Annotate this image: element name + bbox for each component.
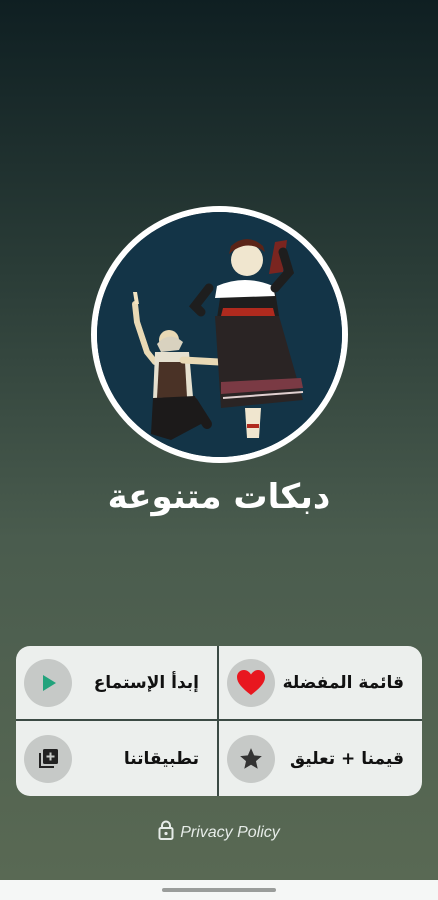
privacy-policy-label: Privacy Policy: [180, 823, 280, 841]
home-gesture-handle[interactable]: [162, 888, 276, 892]
our-apps-button[interactable]: تطبيقاتنا: [16, 721, 219, 796]
start-listening-label: إبدأ الإستماع: [93, 672, 199, 693]
lock-icon: [158, 820, 174, 845]
app-logo: [91, 206, 348, 463]
heart-icon: [227, 658, 275, 707]
app-title: دبكات متنوعة: [107, 477, 331, 517]
star-icon: [227, 734, 275, 783]
rate-us-label: قيمنا + تعليق: [289, 748, 404, 769]
our-apps-label: تطبيقاتنا: [123, 748, 199, 769]
add-library-icon: [24, 734, 72, 783]
play-icon: [24, 658, 72, 707]
dabke-dancers-image: [97, 212, 342, 457]
favorites-label: قائمة المفضلة: [282, 672, 404, 693]
dancers-illustration: [97, 212, 342, 457]
favorites-button[interactable]: قائمة المفضلة: [219, 646, 422, 721]
system-navigation-bar: [0, 880, 438, 900]
privacy-policy-link[interactable]: Privacy Policy: [0, 820, 438, 845]
main-menu: إبدأ الإستماع قائمة المفضلة تطبيقاتنا قي…: [16, 646, 422, 796]
start-listening-button[interactable]: إبدأ الإستماع: [16, 646, 219, 721]
rate-us-button[interactable]: قيمنا + تعليق: [219, 721, 422, 796]
